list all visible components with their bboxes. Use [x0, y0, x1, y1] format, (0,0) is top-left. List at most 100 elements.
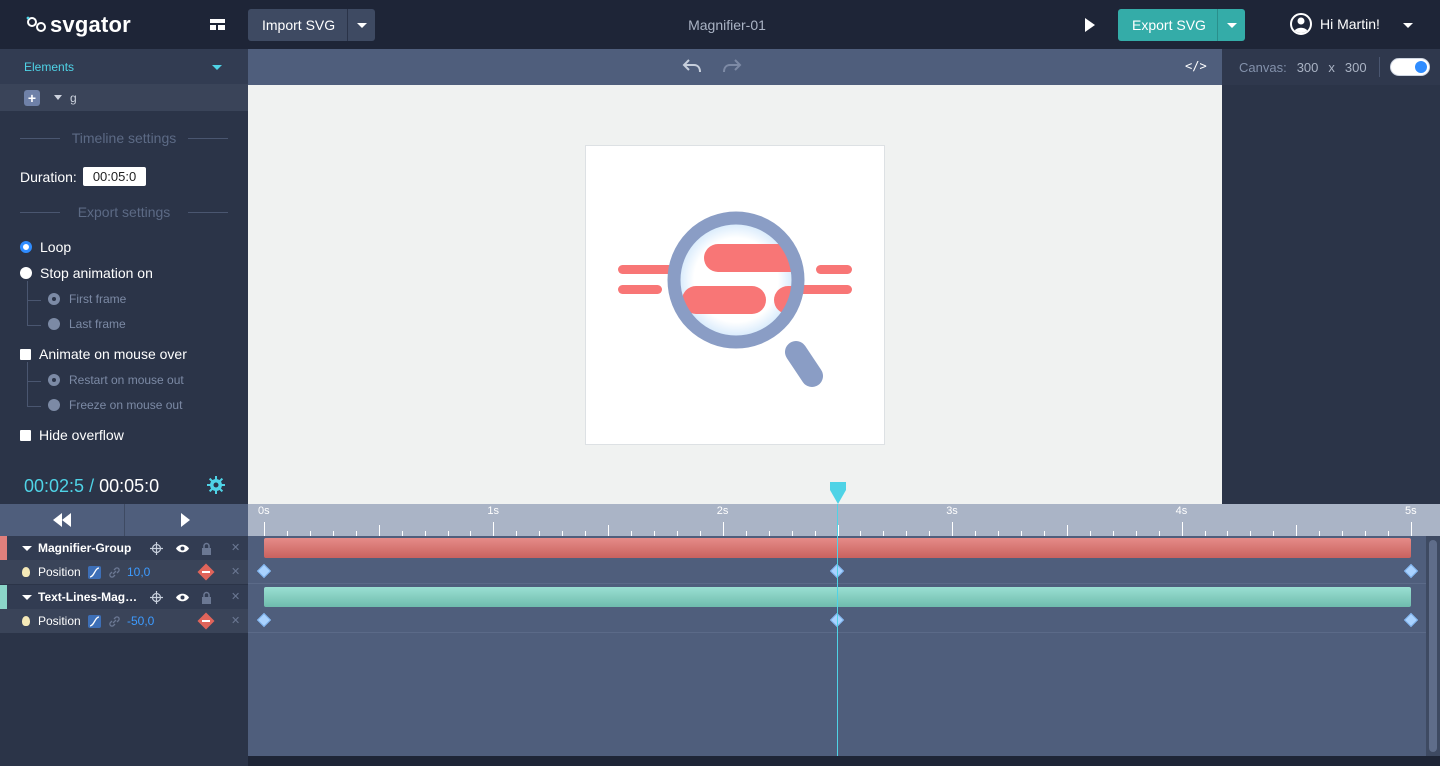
- scrollbar-thumb[interactable]: [1429, 540, 1437, 752]
- code-view-button[interactable]: </>: [1185, 59, 1207, 73]
- layer-color-tab: [0, 585, 7, 609]
- eye-icon[interactable]: [176, 542, 189, 555]
- lock-icon[interactable]: [200, 591, 213, 604]
- import-dropdown-button[interactable]: [347, 9, 375, 41]
- keyframe[interactable]: [1403, 612, 1419, 628]
- playhead-handle[interactable]: [830, 482, 846, 504]
- loop-option[interactable]: Loop: [20, 239, 71, 255]
- elements-dropdown[interactable]: Elements: [0, 49, 248, 84]
- export-svg-button[interactable]: Export SVG: [1118, 9, 1245, 41]
- first-frame-radio[interactable]: [48, 293, 60, 305]
- stage: </>: [248, 49, 1222, 504]
- bulb-icon[interactable]: [22, 567, 30, 577]
- left-panel: Elements + g Timeline settings Duration:…: [0, 49, 248, 504]
- restart-option[interactable]: Restart on mouse out: [48, 373, 184, 387]
- user-menu[interactable]: Hi Martin!: [1290, 13, 1380, 35]
- chevron-down-icon: [356, 22, 367, 28]
- link-icon[interactable]: [108, 566, 121, 579]
- property-row-position[interactable]: Position -50,0 ✕: [0, 609, 248, 633]
- last-frame-option[interactable]: Last frame: [48, 317, 126, 331]
- settings-gear-icon[interactable]: [207, 476, 225, 494]
- tree-line: [27, 281, 28, 326]
- ruler-tick: [722, 522, 724, 536]
- ruler-tick: [1181, 522, 1183, 536]
- remove-keyframe-icon[interactable]: [197, 612, 215, 630]
- target-icon[interactable]: [150, 591, 163, 604]
- animate-mouse-option[interactable]: Animate on mouse over: [20, 346, 187, 362]
- first-frame-label: First frame: [69, 292, 127, 306]
- property-value-input[interactable]: 10,0: [127, 565, 150, 579]
- playhead-line[interactable]: [837, 504, 838, 756]
- restart-label: Restart on mouse out: [69, 373, 184, 387]
- timeline-tracks[interactable]: 0s 1s 2s 3s 4s 5s: [248, 482, 1440, 756]
- vertical-scrollbar[interactable]: [1426, 536, 1440, 756]
- ruler-tick: [1296, 525, 1298, 536]
- duration-input[interactable]: 00:05:0: [82, 167, 147, 186]
- canvas-height-input[interactable]: 300: [1345, 60, 1367, 75]
- hide-overflow-option[interactable]: Hide overflow: [20, 427, 124, 443]
- canvas-toggle[interactable]: [1390, 58, 1430, 76]
- import-svg-button[interactable]: Import SVG: [248, 9, 375, 41]
- bulb-icon[interactable]: [22, 616, 30, 626]
- export-svg-label: Export SVG: [1132, 17, 1206, 33]
- export-dropdown-button[interactable]: [1217, 9, 1245, 41]
- app-logo[interactable]: svgator: [24, 12, 131, 38]
- collapse-icon[interactable]: [22, 546, 32, 551]
- link-icon[interactable]: [108, 615, 121, 628]
- magnifier-handle: [785, 341, 823, 387]
- svg-canvas[interactable]: [585, 145, 885, 445]
- restart-radio[interactable]: [48, 374, 60, 386]
- animate-mouse-checkbox[interactable]: [20, 348, 31, 360]
- rewind-icon[interactable]: [53, 513, 71, 527]
- duration-label: Duration:: [20, 168, 77, 185]
- canvas-width-input[interactable]: 300: [1297, 60, 1319, 75]
- remove-keyframe-icon[interactable]: [197, 563, 215, 581]
- remove-layer-icon[interactable]: ✕: [231, 541, 240, 554]
- redo-icon[interactable]: [722, 57, 742, 75]
- tick-label: 5s: [1405, 505, 1417, 517]
- play-forward-icon[interactable]: [181, 513, 190, 527]
- remove-layer-icon[interactable]: ✕: [231, 590, 240, 603]
- tick-label: 2s: [716, 505, 729, 517]
- logo-text: svgator: [50, 12, 131, 37]
- document-title[interactable]: Magnifier-01: [640, 17, 814, 33]
- target-icon[interactable]: [150, 542, 163, 555]
- playback-controls: [0, 504, 248, 536]
- hide-overflow-checkbox[interactable]: [20, 429, 31, 441]
- freeze-radio[interactable]: [48, 399, 60, 411]
- easing-icon[interactable]: [88, 566, 101, 579]
- collapse-icon[interactable]: [22, 595, 32, 600]
- magnifier-illustration[interactable]: [586, 146, 886, 446]
- stop-animation-radio[interactable]: [20, 267, 32, 279]
- tree-caret-icon[interactable]: [54, 95, 62, 100]
- play-icon[interactable]: [1085, 18, 1095, 32]
- first-frame-option[interactable]: First frame: [48, 292, 126, 306]
- keyframe[interactable]: [256, 563, 272, 579]
- freeze-option[interactable]: Freeze on mouse out: [48, 398, 182, 412]
- last-frame-radio[interactable]: [48, 318, 60, 330]
- stop-animation-option[interactable]: Stop animation on: [20, 265, 153, 281]
- property-value-input[interactable]: -50,0: [127, 614, 154, 628]
- layer-color-tab: [0, 536, 7, 560]
- remove-property-icon[interactable]: ✕: [231, 614, 240, 627]
- ruler-tick: [493, 522, 495, 536]
- layout-icon[interactable]: [210, 19, 225, 30]
- tree-line: [27, 406, 41, 407]
- user-chevron-down-icon[interactable]: [1403, 23, 1413, 28]
- layer-row-magnifier-group[interactable]: Magnifier-Group ✕: [0, 536, 248, 560]
- easing-icon[interactable]: [88, 615, 101, 628]
- stage-toolbar: </>: [248, 49, 1222, 85]
- property-row-position[interactable]: Position 10,0 ✕: [0, 560, 248, 584]
- time-ruler[interactable]: 0s 1s 2s 3s 4s 5s: [248, 504, 1440, 536]
- keyframe[interactable]: [1403, 563, 1419, 579]
- tree-item-g[interactable]: + g: [0, 84, 248, 111]
- remove-property-icon[interactable]: ✕: [231, 565, 240, 578]
- lock-icon[interactable]: [200, 542, 213, 555]
- add-element-icon[interactable]: +: [24, 89, 40, 106]
- divider: [1379, 57, 1380, 77]
- layer-row-text-lines[interactable]: Text-Lines-Magnifier ✕: [0, 585, 248, 609]
- keyframe[interactable]: [256, 612, 272, 628]
- eye-icon[interactable]: [176, 591, 189, 604]
- undo-icon[interactable]: [682, 57, 702, 75]
- loop-radio[interactable]: [20, 241, 32, 253]
